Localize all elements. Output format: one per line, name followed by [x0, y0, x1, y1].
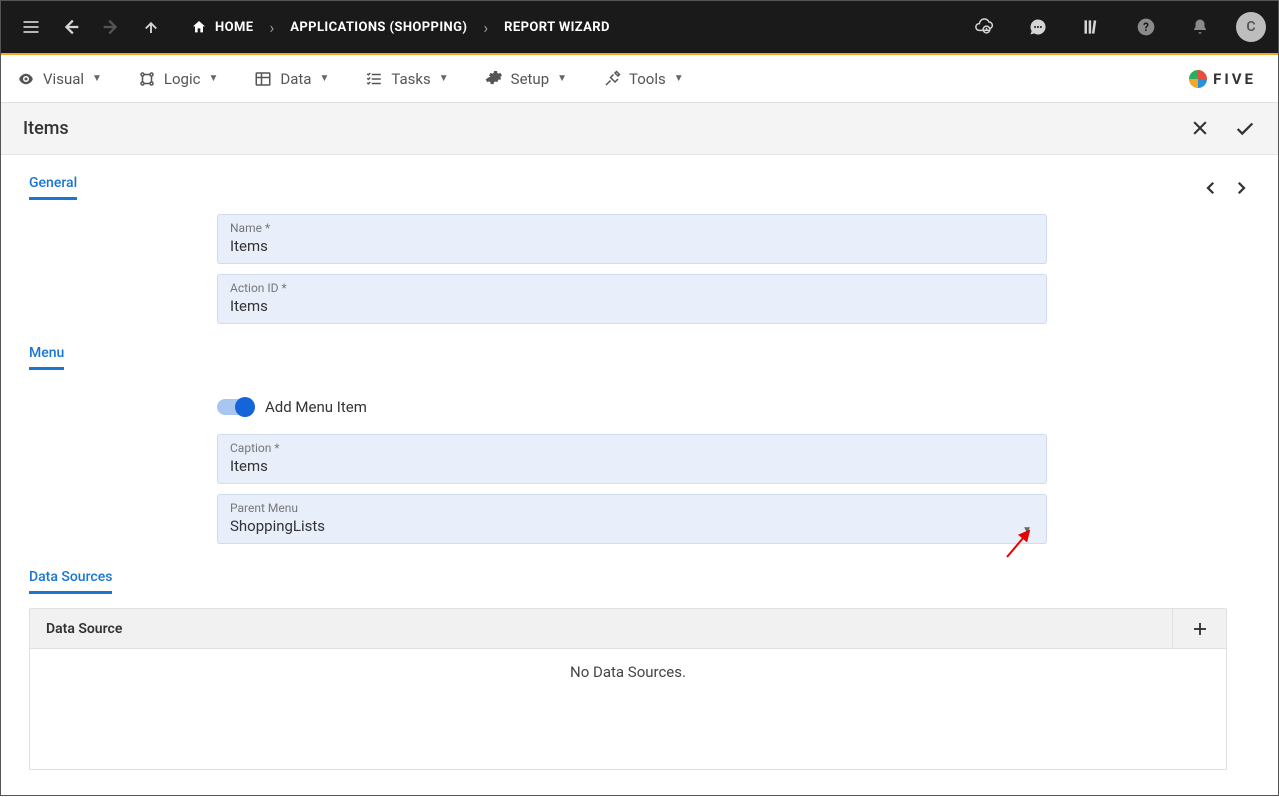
forward-icon — [93, 9, 129, 45]
avatar-initial: C — [1246, 19, 1255, 35]
general-form: Name * Items Action ID * Items — [217, 214, 1047, 324]
menu-form: Add Menu Item Caption * Items Parent Men… — [217, 398, 1047, 544]
menu-label: Tools — [629, 70, 666, 88]
nav-chevrons — [1202, 179, 1250, 197]
section-label-general: General — [29, 175, 77, 200]
menu-label: Visual — [43, 70, 84, 88]
field-label: Parent Menu — [230, 501, 1034, 515]
breadcrumb: HOME › APPLICATIONS (SHOPPING) › REPORT … — [181, 18, 620, 37]
close-button[interactable] — [1190, 118, 1210, 140]
cloud-icon[interactable] — [966, 9, 1002, 45]
logo: FIVE — [1189, 70, 1256, 88]
avatar[interactable]: C — [1236, 12, 1266, 42]
chevron-down-icon: ▼ — [439, 73, 449, 84]
menu-label: Data — [280, 70, 311, 88]
chevron-right-icon: › — [263, 18, 280, 37]
menu-logic[interactable]: Logic ▼ — [138, 70, 218, 88]
logo-text: FIVE — [1213, 70, 1256, 88]
name-field[interactable]: Name * Items — [217, 214, 1047, 264]
help-icon[interactable]: ? — [1128, 9, 1164, 45]
dropdown-icon[interactable]: ▼ — [1022, 525, 1032, 536]
chevron-down-icon: ▼ — [674, 73, 684, 84]
chevron-down-icon: ▼ — [208, 73, 218, 84]
field-label: Caption * — [230, 441, 1034, 455]
section-menu: Menu Add Menu Item Caption * Items Paren… — [29, 342, 1250, 544]
menu-data[interactable]: Data ▼ — [254, 70, 329, 88]
menu-tools[interactable]: Tools ▼ — [603, 70, 684, 88]
subheader-actions — [1190, 118, 1256, 140]
breadcrumb-report-wizard[interactable]: REPORT WIZARD — [494, 20, 620, 35]
field-label: Name * — [230, 221, 1034, 235]
breadcrumb-label: REPORT WIZARD — [504, 20, 610, 35]
menu-label: Setup — [511, 70, 549, 88]
table-header: Data Source — [30, 609, 1226, 649]
chevron-down-icon: ▼ — [319, 73, 329, 84]
add-menu-item-toggle[interactable] — [217, 399, 253, 415]
action-id-field[interactable]: Action ID * Items — [217, 274, 1047, 324]
breadcrumb-label: HOME — [215, 20, 253, 35]
chat-icon[interactable] — [1020, 9, 1056, 45]
prev-button[interactable] — [1202, 179, 1220, 197]
next-button[interactable] — [1232, 179, 1250, 197]
table-body-empty: No Data Sources. — [30, 649, 1226, 769]
subheader: Items — [1, 103, 1278, 155]
field-label: Action ID * — [230, 281, 1034, 295]
content: General Name * Items Action ID * Items M… — [1, 155, 1278, 797]
confirm-button[interactable] — [1234, 118, 1256, 140]
breadcrumb-applications[interactable]: APPLICATIONS (SHOPPING) — [280, 20, 477, 35]
field-value: Items — [230, 237, 1034, 255]
section-label-menu: Menu — [29, 345, 64, 370]
chevron-down-icon: ▼ — [92, 73, 102, 84]
field-value: Items — [230, 457, 1034, 475]
logo-mark-icon — [1189, 70, 1207, 88]
page-title: Items — [23, 118, 69, 139]
parent-menu-field[interactable]: Parent Menu ShoppingLists ▼ — [217, 494, 1047, 544]
section-data-sources: Data Sources Data Source No Data Sources… — [29, 566, 1250, 770]
appbar-right: ? C — [966, 9, 1266, 45]
menu-label: Logic — [164, 70, 201, 88]
up-icon[interactable] — [133, 9, 169, 45]
back-icon[interactable] — [53, 9, 89, 45]
library-icon[interactable] — [1074, 9, 1110, 45]
field-value: ShoppingLists — [230, 517, 1034, 535]
section-label-data-sources: Data Sources — [29, 569, 112, 594]
chevron-down-icon: ▼ — [557, 73, 567, 84]
bell-icon[interactable] — [1182, 9, 1218, 45]
menu-label: Tasks — [391, 70, 430, 88]
add-data-source-button[interactable] — [1172, 609, 1226, 648]
menu-icon[interactable] — [13, 9, 49, 45]
chevron-right-icon: › — [477, 18, 494, 37]
section-head-general: General — [29, 175, 1250, 200]
caption-field[interactable]: Caption * Items — [217, 434, 1047, 484]
field-value: Items — [230, 297, 1034, 315]
add-menu-item-toggle-row: Add Menu Item — [217, 398, 1047, 416]
svg-text:?: ? — [1143, 20, 1149, 34]
menubar: Visual ▼ Logic ▼ Data ▼ Tasks ▼ Setup ▼ … — [1, 55, 1278, 103]
empty-text: No Data Sources. — [570, 663, 686, 681]
data-sources-table: Data Source No Data Sources. — [29, 608, 1227, 770]
breadcrumb-home[interactable]: HOME — [181, 19, 263, 35]
column-header-data-source: Data Source — [30, 609, 1172, 648]
menu-visual[interactable]: Visual ▼ — [17, 70, 102, 88]
appbar-left: HOME › APPLICATIONS (SHOPPING) › REPORT … — [13, 9, 620, 45]
menu-setup[interactable]: Setup ▼ — [485, 70, 567, 88]
toggle-label: Add Menu Item — [265, 398, 367, 416]
breadcrumb-label: APPLICATIONS (SHOPPING) — [290, 20, 467, 35]
menu-tasks[interactable]: Tasks ▼ — [365, 70, 448, 88]
appbar: HOME › APPLICATIONS (SHOPPING) › REPORT … — [1, 1, 1278, 53]
